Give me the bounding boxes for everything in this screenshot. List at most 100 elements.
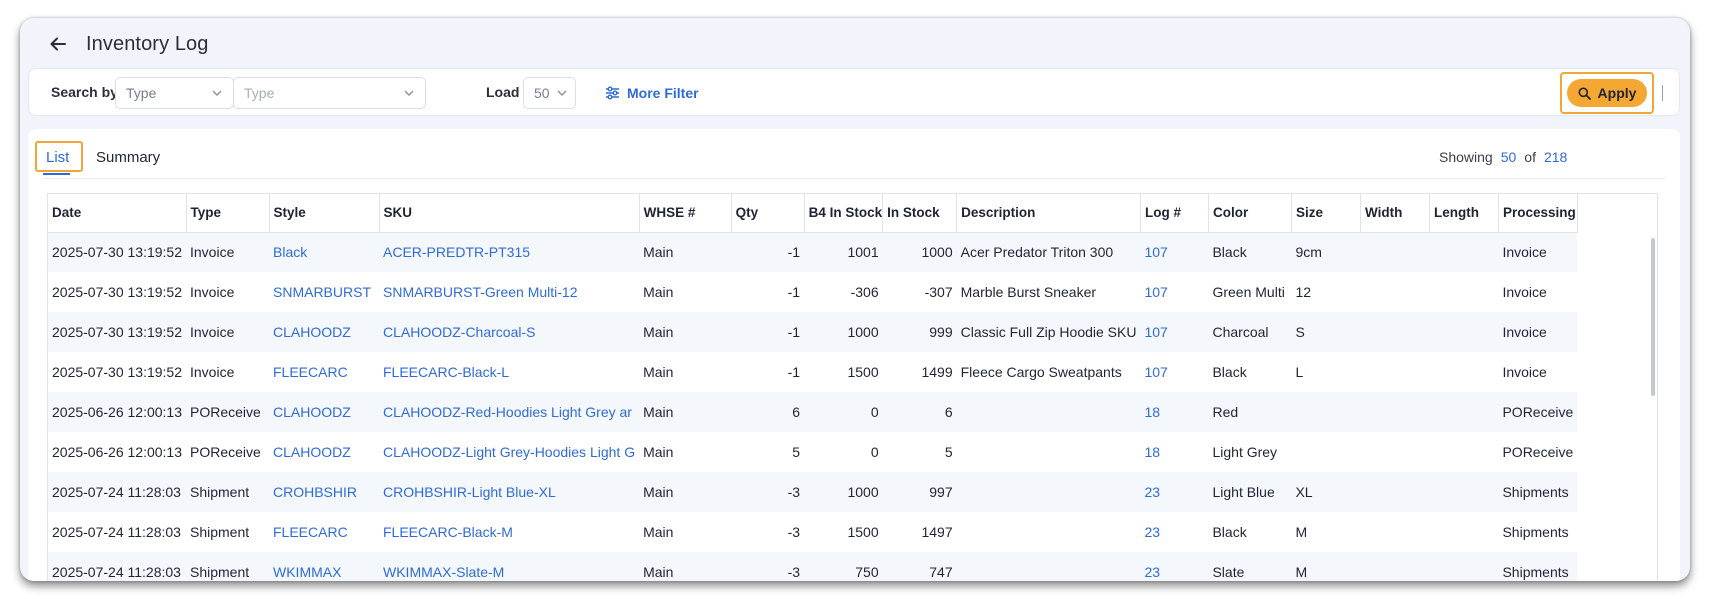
back-arrow-icon[interactable] [48,34,68,54]
search-type-select[interactable]: Type [115,77,234,109]
table-cell-link[interactable]: FLEECARC-Black-M [379,512,640,552]
column-header[interactable]: SKU [379,194,640,233]
table-cell: Green Multi [1208,272,1292,312]
table-cell: -1 [731,272,805,312]
table-cell-link[interactable]: CROHBSHIR-Light Blue-XL [379,472,640,512]
table-cell: 1000 [804,312,883,352]
table-cell-link[interactable]: 107 [1140,352,1209,392]
column-header[interactable]: WHSE # [639,194,732,233]
table-cell: Classic Full Zip Hoodie SKU [956,312,1141,352]
table-cell: 6 [731,392,805,432]
table-row[interactable]: 2025-07-24 11:28:03 Shipment FLEECARC FLEEC… [48,512,1578,552]
table-cell: Invoice [186,272,269,312]
search-icon [1578,87,1591,100]
column-header[interactable]: Processing [1498,194,1578,233]
table-cell [1291,392,1361,432]
table-cell-link[interactable]: CLAHOODZ-Charcoal-S [379,312,640,352]
column-header[interactable]: Description [956,194,1141,233]
table-cell [1360,552,1430,581]
table-cell-link[interactable]: CLAHOODZ [269,392,379,432]
column-header[interactable]: Color [1208,194,1292,233]
table-cell: 2025-07-30 13:19:52 [48,272,186,312]
load-label: Load [486,84,520,100]
table-cell-link[interactable]: 107 [1140,232,1209,272]
table-cell-link[interactable]: CLAHOODZ-Light Grey-Hoodies Light G [379,432,640,472]
table-cell-link[interactable]: Black [269,232,379,272]
column-header[interactable]: In Stock [882,194,958,233]
table-cell: Light Blue [1208,472,1292,512]
column-header[interactable]: Type [186,194,270,233]
table-cell [956,552,1141,581]
column-header[interactable]: Width [1360,194,1430,233]
table-cell-link[interactable]: FLEECARC [269,352,379,392]
table-cell-link[interactable]: WKIMMAX [269,552,379,581]
table-cell [1429,392,1499,432]
table-row[interactable]: 2025-07-30 13:19:52 Invoice FLEECARC FLEECA… [48,352,1578,392]
table-cell: Black [1208,232,1292,272]
table-cell: 2025-07-24 11:28:03 [48,472,186,512]
table-row[interactable]: 2025-07-30 13:19:52 Invoice SNMARBURST SNMA… [48,272,1578,312]
column-header[interactable]: Date [48,194,187,233]
table-cell: M [1291,552,1361,581]
load-count-value: 50 [534,85,550,101]
chevron-down-icon [404,90,414,96]
column-header[interactable]: Size [1291,194,1361,233]
table-cell: 1499 [882,352,957,392]
column-header[interactable]: Log # [1140,194,1209,233]
table-row[interactable]: 2025-06-26 12:00:13 POReceive CLAHOODZ CLAH… [48,432,1578,472]
column-header[interactable]: B4 In Stock [804,194,884,233]
table-cell-link[interactable]: 23 [1140,472,1209,512]
table-row[interactable]: 2025-07-30 13:19:52 Invoice Black ACER-PRED… [48,232,1578,272]
table-cell [956,512,1141,552]
table-cell: -3 [731,512,805,552]
table-cell: XL [1291,472,1361,512]
table-cell-link[interactable]: 18 [1140,392,1209,432]
table-cell-link[interactable]: 107 [1140,272,1209,312]
table-cell-link[interactable]: 18 [1140,432,1209,472]
column-header[interactable]: Style [269,194,380,233]
table-cell-link[interactable]: CROHBSHIR [269,472,379,512]
vertical-scrollbar[interactable] [1651,238,1655,396]
table-cell: 999 [882,312,957,352]
table-cell: 1500 [804,352,883,392]
column-header[interactable]: Qty [731,194,805,233]
table-cell-link[interactable]: FLEECARC [269,512,379,552]
table-cell: -1 [731,312,805,352]
table-cell-link[interactable]: 23 [1140,552,1209,581]
search-value-select[interactable]: Type [233,77,426,109]
table-row[interactable]: 2025-07-30 13:19:52 Invoice CLAHOODZ CLAHOO… [48,312,1578,352]
table-cell [1291,432,1361,472]
more-filter-button[interactable]: More Filter [605,82,699,104]
table-cell-link[interactable]: 23 [1140,512,1209,552]
table-cell-link[interactable]: ACER-PREDTR-PT315 [379,232,640,272]
table-cell: Main [639,352,732,392]
table-cell-link[interactable]: FLEECARC-Black-L [379,352,640,392]
table-cell-link[interactable]: SNMARBURST-Green Multi-12 [379,272,640,312]
table-cell: 1000 [882,232,957,272]
tab-list[interactable]: List [46,149,69,166]
table-row[interactable]: 2025-06-26 12:00:13 POReceive CLAHOODZ CLAH… [48,392,1578,432]
table-cell-link[interactable]: SNMARBURST [269,272,379,312]
tab-summary[interactable]: Summary [96,149,160,166]
apply-button[interactable]: Apply [1567,79,1647,107]
inventory-log-window: Inventory Log Search by Type Type Load 5… [20,18,1690,581]
table-cell-link[interactable]: CLAHOODZ [269,432,379,472]
search-type-value: Type [126,85,157,101]
table-cell: Main [639,392,732,432]
table-cell [1429,552,1499,581]
table-row[interactable]: 2025-07-24 11:28:03 Shipment WKIMMAX WKIMMA… [48,552,1578,581]
load-count-select[interactable]: 50 [523,77,576,109]
apply-label: Apply [1597,85,1637,101]
table-cell-link[interactable]: 107 [1140,312,1209,352]
table-cell: -1 [731,352,805,392]
table-row[interactable]: 2025-07-24 11:28:03 Shipment CROHBSHIR CROH… [48,472,1578,512]
table-cell-link[interactable]: WKIMMAX-Slate-M [379,552,640,581]
table-cell: -307 [882,272,957,312]
table-cell-link[interactable]: CLAHOODZ-Red-Hoodies Light Grey ar [379,392,640,432]
table-cell: Main [639,552,732,581]
table-cell-link[interactable]: CLAHOODZ [269,312,379,352]
tabs-divider [43,178,1665,179]
table-cell: Main [639,512,732,552]
column-header[interactable]: Length [1429,194,1499,233]
table-cell [956,392,1141,432]
